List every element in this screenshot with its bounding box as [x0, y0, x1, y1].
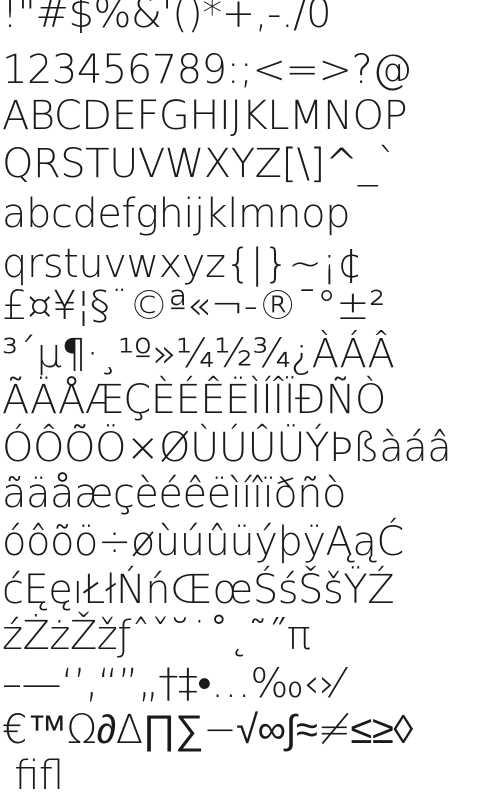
- font-specimen: !"#$%&'()*+,-./0 123456789:;<=>?@ ABCDEF…: [0, 0, 497, 800]
- glyph-line-5: abcdefghijklmnop: [2, 191, 351, 237]
- glyph-line-17: ﬁﬂ: [2, 753, 64, 799]
- glyph-line-4: QRSTUVWXYZ[\]^_`: [2, 141, 397, 187]
- glyph-line-1: !"#$%&'()*+,-./0: [2, 0, 332, 37]
